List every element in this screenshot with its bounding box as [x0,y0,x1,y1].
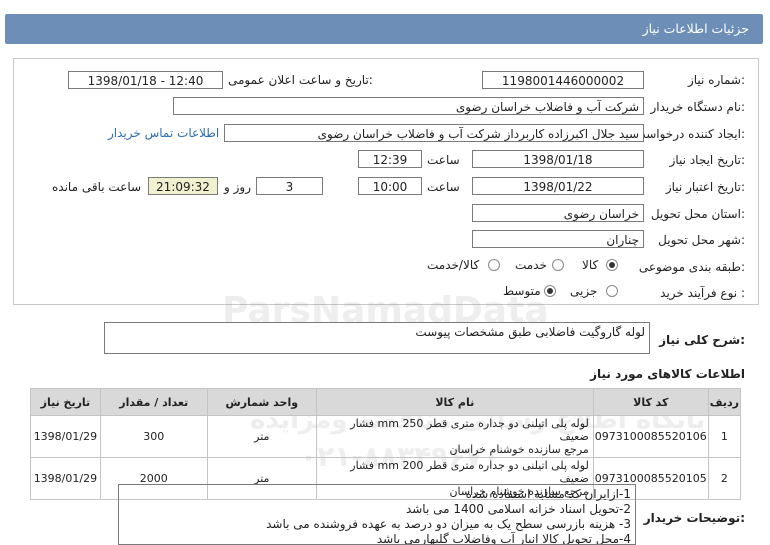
create-date-field: 1398/01/18 [472,150,644,168]
col-code: کد کالا [592,388,709,416]
category-service-label: خدمت [515,258,547,272]
col-unit: واحد شمارش [206,388,317,416]
days-label: روز و [224,180,251,194]
category-service-radio[interactable] [552,259,564,271]
page-title: جزئیات اطلاعات نیاز [642,21,749,36]
valid-date-label: تاریخ اعتبار نیاز: [665,180,745,194]
notes-field[interactable]: 1-ازایران کد مشابه استفاده شده 2-تحویل ا… [118,484,636,545]
buyer-field: شرکت آب و فاضلاب خراسان رضوی [173,97,644,115]
note-line: 4-محل تحویل کالا انبار آب وفاضلاب گلبهار… [376,532,631,545]
summary-field: لوله گاروگیت فاضلابی طبق مشخصات پیوست [104,322,650,354]
buyer-label: نام دستگاه خریدار: [650,100,746,114]
note-line: 3- هزینه بازرسی سطح یک به میزان دو درصد … [266,517,631,531]
note-line: 1-ازایران کد مشابه استفاده شده [465,487,631,501]
item-name-line1: لوله پلی اتیلنی دو جداره متری قطر 250 mm… [350,417,589,443]
table-row: 1 0973100085520106 لوله پلی اتیلنی دو جد… [30,415,742,458]
row-number: 1 [707,415,742,458]
category-goods-radio[interactable] [606,259,618,271]
summary-label: شرح کلی نیاز: [659,333,745,347]
note-line: 2-تحویل اسناد خزانه اسلامی 1400 می باشد [405,502,631,516]
city-field: چناران [472,230,644,248]
item-unit: متر [206,415,317,458]
category-goods-label: کالا [582,258,599,272]
row-number: 2 [707,457,742,500]
item-date: 1398/01/29 [30,457,101,500]
col-row: ردیف [707,388,742,416]
process-medium-label: متوسط [503,284,541,298]
col-date: تاریخ نیاز [30,388,101,416]
need-no-field: 1198001446000002 [482,71,644,89]
creator-field: سید جلال اکبرزاده کاربرداز شرکت آب و فاض… [224,124,644,142]
create-time-field: 12:39 [358,150,422,168]
category-label: طبقه بندی موضوعی: [638,260,745,274]
process-label: نوع فرآیند خرید : [660,286,745,300]
items-title: اطلاعات کالاهای مورد نیاز [590,367,745,381]
announce-label: تاریخ و ساعت اعلان عمومی: [228,73,373,87]
category-both-radio[interactable] [488,259,500,271]
create-date-label: تاریخ ایجاد نیاز: [669,153,745,167]
category-both-label: کالا/خدمت [427,258,480,272]
province-label: استان محل تحویل: [650,207,745,221]
item-name-line1: لوله پلی اتیلنی دو جداره متری قطر 200 mm… [350,459,589,485]
process-medium-radio[interactable] [544,285,556,297]
header-bar: جزئیات اطلاعات نیاز [5,14,763,44]
valid-time-field: 10:00 [358,177,422,195]
need-no-label: شماره نیاز: [687,73,745,87]
create-time-label: ساعت [427,153,460,167]
item-date: 1398/01/29 [30,415,101,458]
remain-time-field: 21:09:32 [148,177,218,195]
days-field: 3 [256,177,323,195]
table-header-row: ردیف کد کالا نام کالا واحد شمارش تعداد /… [30,388,742,416]
city-label: شهر محل تحویل: [658,233,745,247]
remain-label: ساعت باقی مانده [52,180,142,194]
valid-date-field: 1398/01/22 [472,177,644,195]
buyer-contact-link[interactable]: اطلاعات تماس خریدار [108,126,219,140]
item-name-line2: مرجع سازنده خوشنام خراسان [449,443,589,456]
creator-label: ایجاد کننده درخواست: [634,127,745,141]
item-name: لوله پلی اتیلنی دو جداره متری قطر 250 mm… [315,415,594,458]
announce-field: 1398/01/18 - 12:40 [68,71,223,89]
process-partial-radio[interactable] [606,285,618,297]
col-qty: تعداد / مقدار [99,388,208,416]
col-name: نام کالا [315,388,594,416]
item-qty: 300 [99,415,208,458]
province-field: خراسان رضوی [472,204,644,222]
process-partial-label: جزیی [570,284,598,298]
item-code: 0973100085520106 [592,415,709,458]
valid-time-label: ساعت [427,180,460,194]
notes-label: توضیحات خریدار: [643,511,745,525]
